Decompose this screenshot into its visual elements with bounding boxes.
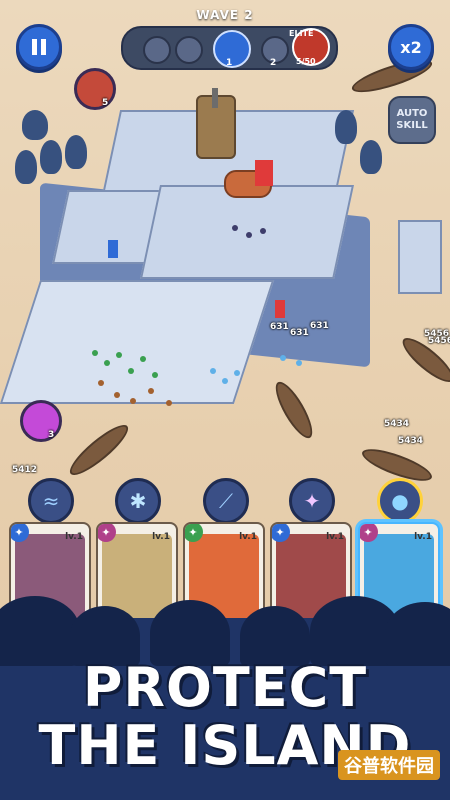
frost-burst-icon: ✱ (129, 489, 147, 513)
enemy-commander-avatar (20, 400, 62, 442)
unit-hp-label: 631 (270, 322, 289, 332)
soldier-icon (104, 360, 110, 366)
game-scene: 631 631 631 5412 5434 5434 5456 5456 5 3… (0, 0, 450, 800)
skill-button-3[interactable]: ⟋ (203, 478, 249, 524)
enemy-commander-avatar (74, 68, 116, 110)
unit-hp-label: 631 (310, 321, 329, 331)
water-blob-icon: ● (391, 489, 409, 513)
red-flag-icon (275, 300, 285, 318)
wave-node-number: 1 (226, 58, 233, 68)
soldier-icon (140, 356, 146, 362)
tree-icon (335, 110, 357, 144)
soldier-icon (166, 400, 172, 406)
attack-type-icon: ✦ (11, 524, 29, 542)
headline-line-1: PROTECT (82, 656, 368, 719)
soldier-icon (152, 372, 158, 378)
boat-hp-label: 5456 (428, 336, 450, 346)
hero-level: lv.1 (239, 532, 257, 542)
skill-button-2[interactable]: ✱ (115, 478, 161, 524)
wave-node-number: 2 (270, 58, 277, 68)
pause-icon (32, 39, 46, 55)
wind-slash-icon: ≈ (42, 489, 60, 513)
soldier-icon (114, 392, 120, 398)
boat-hp-label: 5434 (384, 419, 410, 429)
blade-rain-icon: ⟋ (219, 489, 233, 513)
tree-icon (15, 150, 37, 184)
soldier-icon (130, 398, 136, 404)
speed-toggle-button[interactable]: x2 (388, 24, 434, 70)
elite-label: ELITE (289, 29, 314, 38)
hero-level: lv.1 (152, 532, 170, 542)
wave-shield-icon (143, 36, 171, 64)
hero-level: lv.1 (65, 532, 83, 542)
fortress-courtyard (0, 280, 275, 404)
tree-icon (65, 135, 87, 169)
soldier-icon (234, 370, 240, 376)
boat-hp-label: 5434 (398, 436, 424, 446)
skill-button-5[interactable]: ● (377, 478, 423, 524)
soldier-icon (98, 380, 104, 386)
attack-type-icon: ✦ (98, 524, 116, 542)
red-flag-icon (255, 160, 273, 186)
tree-icon (22, 110, 48, 140)
soldier-icon (128, 368, 134, 374)
wave-sword-icon (175, 36, 203, 64)
blue-flag-icon (108, 240, 118, 258)
soldier-icon (116, 352, 122, 358)
soldier-icon (92, 350, 98, 356)
auto-skill-button[interactable]: AUTO SKILL (388, 96, 436, 144)
hero-level: lv.1 (326, 532, 344, 542)
soldier-icon (246, 232, 252, 238)
site-watermark: 谷普软件园 (338, 750, 440, 780)
enemy-count: 5 (102, 98, 109, 108)
fortress-tower-right (398, 220, 442, 294)
soldier-icon (222, 378, 228, 384)
tree-icon (40, 140, 62, 174)
soldier-icon (296, 360, 302, 366)
skill-button-4[interactable]: ✦ (289, 478, 335, 524)
spirit-icon: ✦ (303, 489, 321, 513)
soldier-icon (148, 388, 154, 394)
statue-spear (212, 88, 218, 108)
soldier-icon (280, 355, 286, 361)
attack-type-icon: ✦ (272, 524, 290, 542)
soldier-icon (260, 228, 266, 234)
wave-label: WAVE 2 (196, 8, 254, 22)
enemy-count: 3 (48, 430, 55, 440)
skill-button-1[interactable]: ≈ (28, 478, 74, 524)
attack-type-icon: ✦ (360, 524, 378, 542)
soldier-icon (232, 225, 238, 231)
elite-hp: 5/50 (296, 57, 316, 66)
boat-hp-label: 5412 (12, 465, 38, 475)
tree-icon (360, 140, 382, 174)
pause-button[interactable] (16, 24, 62, 70)
soldier-icon (210, 368, 216, 374)
hero-level: lv.1 (414, 532, 432, 542)
attack-type-icon: ✦ (185, 524, 203, 542)
unit-hp-label: 631 (290, 328, 309, 338)
